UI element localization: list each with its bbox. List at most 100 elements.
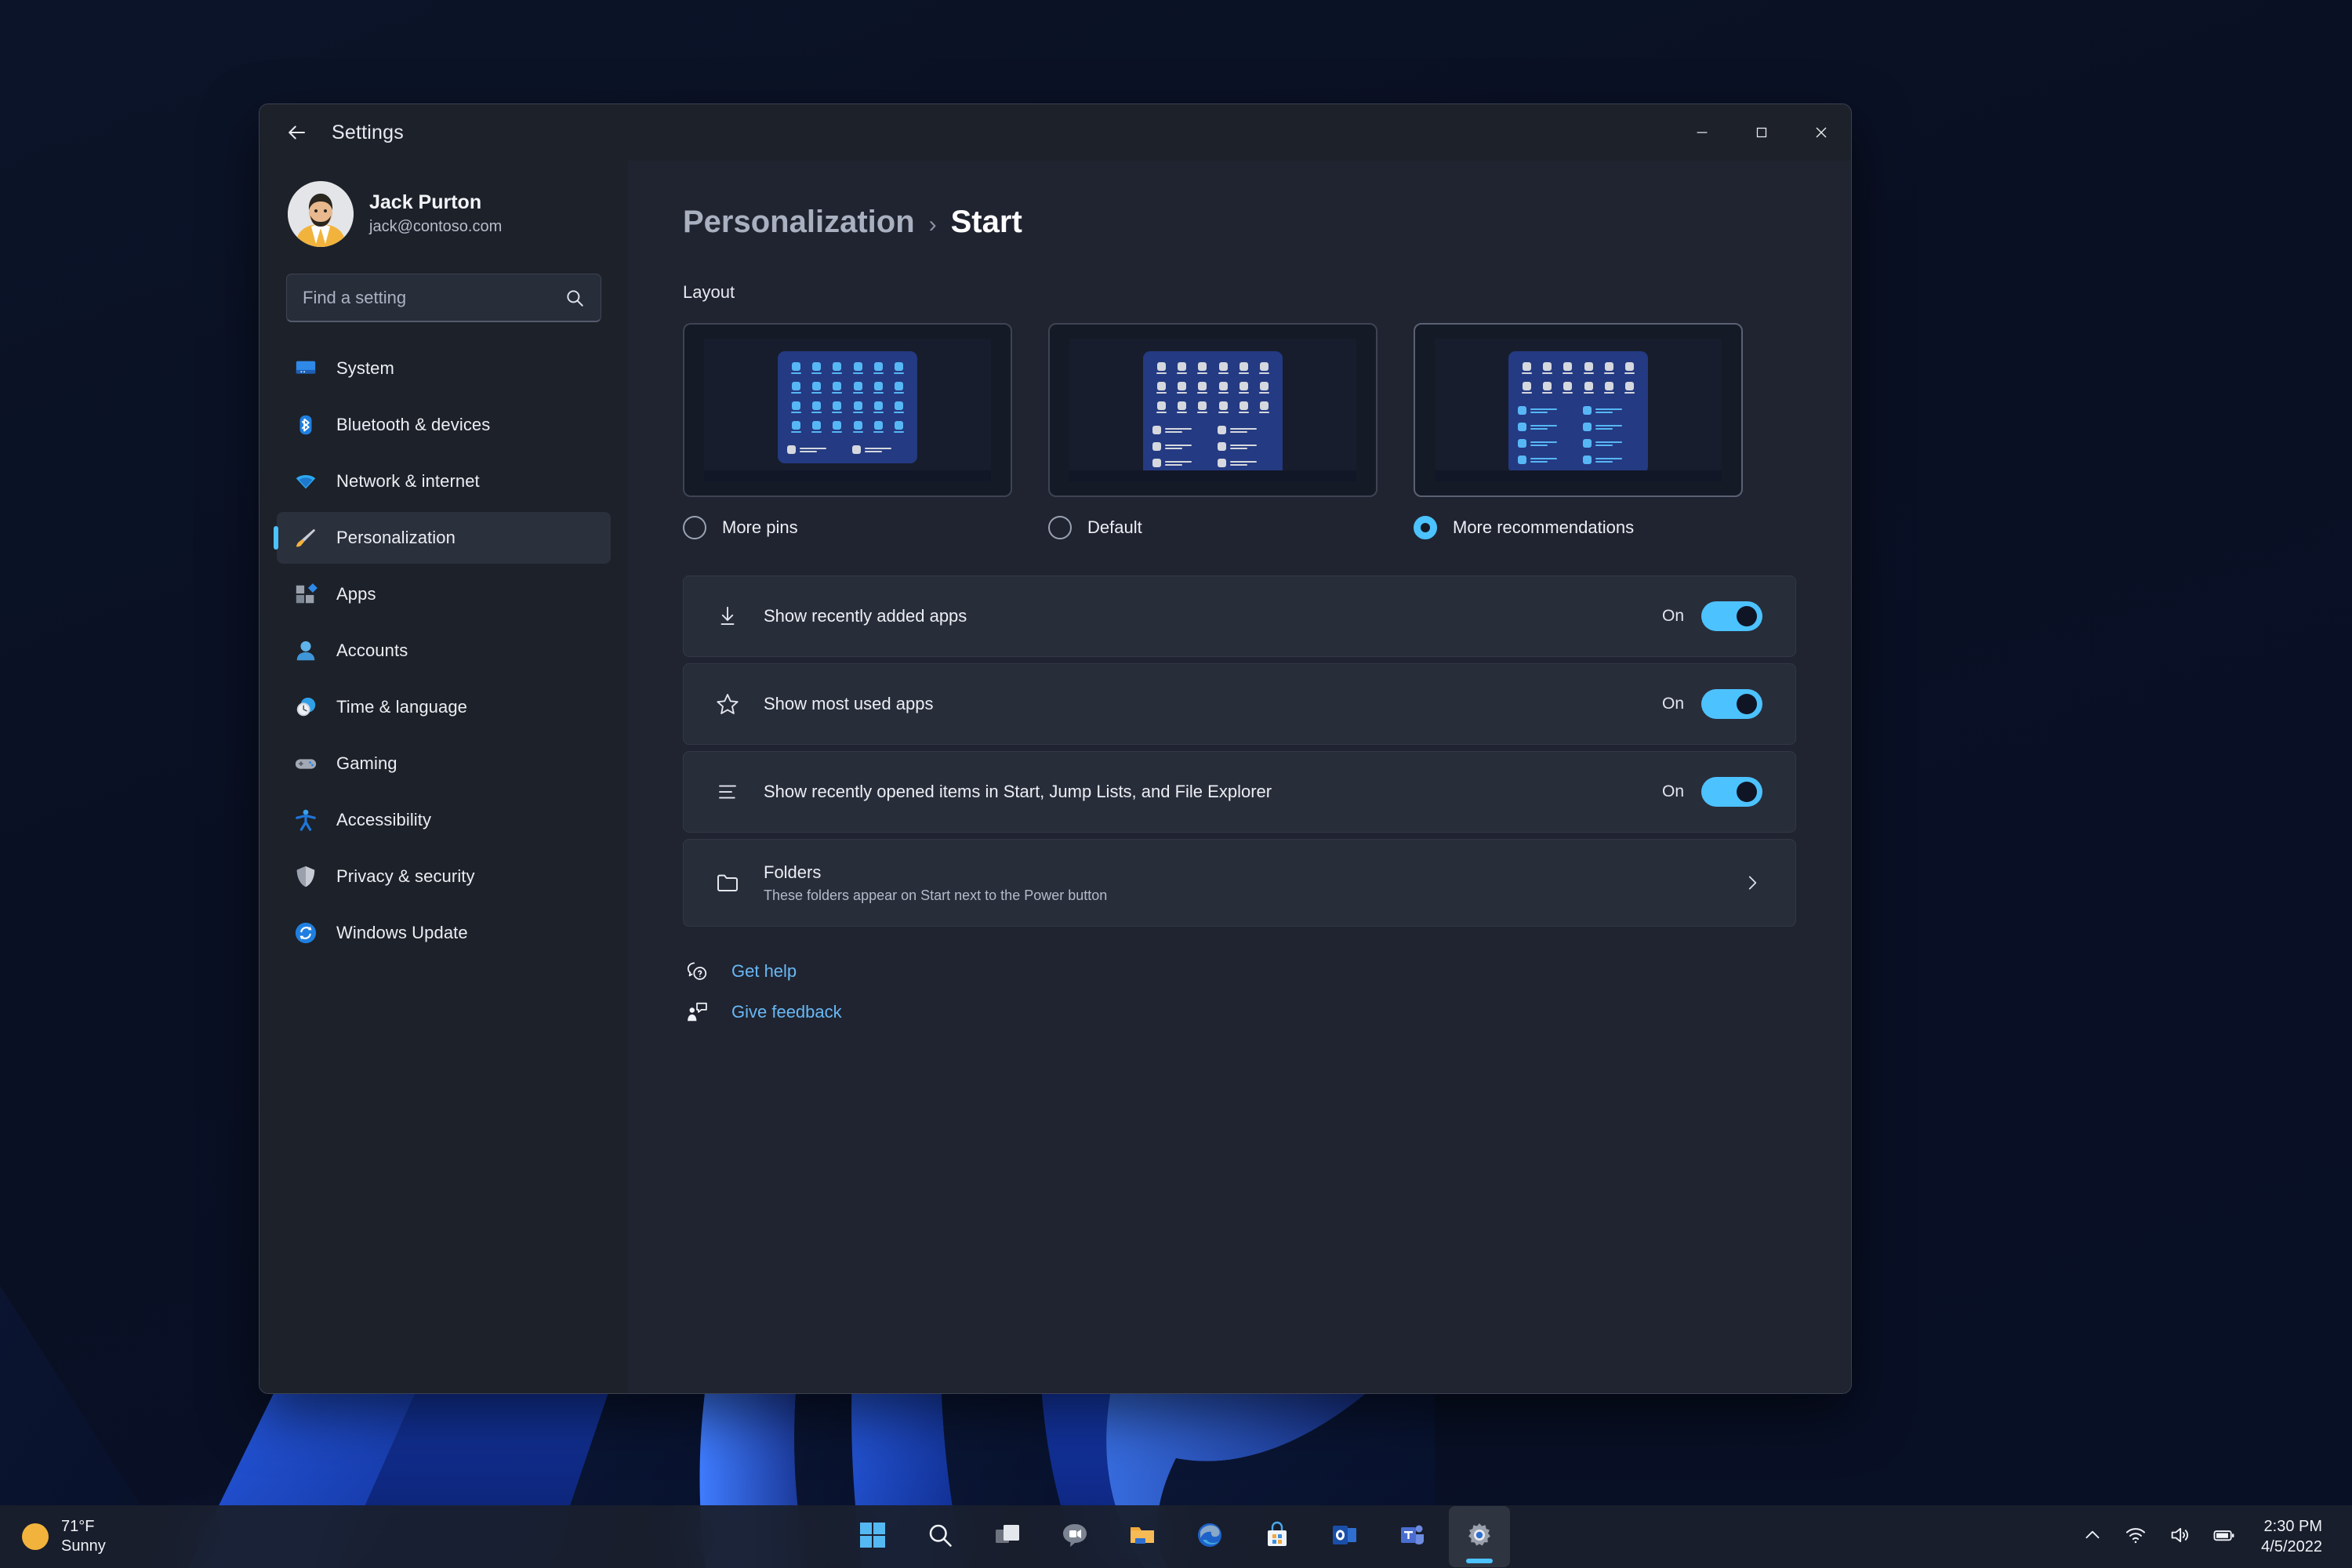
taskbar-task-view-button[interactable] (977, 1506, 1038, 1567)
taskbar-chat-button[interactable] (1044, 1506, 1105, 1567)
preview-screen (1435, 339, 1722, 481)
radio-more-recommendations[interactable]: More recommendations (1414, 516, 1743, 539)
preview-pin (1621, 362, 1639, 374)
tray-overflow-button[interactable] (2073, 1512, 2112, 1561)
radio-more-pins[interactable]: More pins (683, 516, 1012, 539)
radio-indicator (683, 516, 706, 539)
preview-pin (1214, 382, 1232, 394)
preview-recommendation (1218, 426, 1273, 434)
sidebar-item-time-language[interactable]: Time & language (277, 681, 611, 733)
tray-clock[interactable]: 2:30 PM 4/5/2022 (2249, 1512, 2335, 1561)
taskbar-start-button[interactable] (842, 1506, 903, 1567)
weather-widget[interactable]: 71°F Sunny (0, 1505, 125, 1568)
taskbar-file-explorer-button[interactable] (1112, 1506, 1173, 1567)
sidebar-item-label: Privacy & security (336, 866, 475, 886)
taskbar-app-buttons (842, 1506, 1510, 1567)
taskbar-outlook-button[interactable] (1314, 1506, 1375, 1567)
preview-pin (849, 382, 866, 394)
setting-text: Show recently added apps (764, 605, 1662, 628)
setting-control: On (1662, 689, 1762, 719)
preview-start-panel (1508, 351, 1648, 474)
back-button[interactable] (272, 108, 321, 157)
sidebar-item-label: Windows Update (336, 923, 468, 942)
minimize-icon (1697, 132, 1708, 133)
tray-time: 2:30 PM (2263, 1518, 2322, 1535)
tray-network-button[interactable] (2115, 1512, 2156, 1561)
preview-start-panel (778, 351, 917, 463)
give-feedback-link[interactable]: Give feedback (683, 1000, 1796, 1024)
preview-recommendation (1583, 423, 1639, 431)
taskbar-microsoft-teams-button[interactable] (1381, 1506, 1443, 1567)
close-button[interactable] (1791, 104, 1851, 161)
preview-recommendation (787, 445, 843, 454)
preview-pin (849, 362, 866, 374)
toggle-switch[interactable] (1701, 601, 1762, 631)
preview-pin (1214, 362, 1232, 374)
account-card[interactable]: Jack Purton jack@contoso.com (277, 161, 611, 261)
layout-preview-more-pins[interactable] (683, 323, 1012, 497)
sidebar-item-personalization[interactable]: Personalization (277, 512, 611, 564)
preview-pin (1256, 401, 1273, 413)
layout-option-more-pins: More pins (683, 323, 1012, 539)
breadcrumb-parent-link[interactable]: Personalization (683, 205, 915, 240)
maximize-button[interactable] (1732, 104, 1791, 161)
tray-battery-button[interactable] (2203, 1512, 2245, 1561)
folder-icon (710, 870, 745, 895)
search-input[interactable] (303, 287, 564, 308)
weather-condition: Sunny (61, 1537, 106, 1555)
taskbar-settings-button[interactable] (1449, 1506, 1510, 1567)
preview-pin (829, 401, 846, 413)
layout-preview-more-recommendations[interactable] (1414, 323, 1743, 497)
account-name: Jack Purton (369, 191, 482, 213)
preview-pin (891, 401, 908, 413)
sidebar-item-gaming[interactable]: Gaming (277, 738, 611, 789)
search-box[interactable] (286, 274, 601, 322)
preview-pin-grid (787, 362, 908, 433)
sidebar-item-apps[interactable]: Apps (277, 568, 611, 620)
chevron-right-icon: › (928, 212, 937, 238)
sidebar-item-windows-update[interactable]: Windows Update (277, 907, 611, 959)
preview-pin (1518, 362, 1535, 374)
store-bag-icon (1263, 1521, 1291, 1553)
update-refresh-icon (292, 920, 319, 946)
setting-title: Show recently added apps (764, 605, 967, 626)
setting-row-recently-opened-items[interactable]: Show recently opened items in Start, Jum… (683, 751, 1796, 833)
taskbar-microsoft-store-button[interactable] (1247, 1506, 1308, 1567)
avatar (288, 181, 354, 247)
gear-icon (1465, 1521, 1494, 1553)
sidebar-item-label: Personalization (336, 528, 456, 547)
minimize-button[interactable] (1672, 104, 1732, 161)
setting-text: Show recently opened items in Start, Jum… (764, 781, 1662, 804)
preview-pin (1152, 382, 1170, 394)
sidebar-item-accessibility[interactable]: Accessibility (277, 794, 611, 846)
taskbar-search-button[interactable] (909, 1506, 971, 1567)
preview-pin (1173, 382, 1190, 394)
get-help-link[interactable]: Get help (683, 960, 1796, 983)
tray-volume-button[interactable] (2159, 1512, 2200, 1561)
account-text: Jack Purton jack@contoso.com (369, 191, 502, 238)
preview-pin (869, 421, 887, 433)
setting-row-most-used-apps[interactable]: Show most used apps On (683, 663, 1796, 745)
toggle-switch[interactable] (1701, 777, 1762, 807)
setting-row-recently-added-apps[interactable]: Show recently added apps On (683, 575, 1796, 657)
sidebar-item-network-internet[interactable]: Network & internet (277, 456, 611, 507)
sidebar-item-system[interactable]: System (277, 343, 611, 394)
toggle-switch[interactable] (1701, 689, 1762, 719)
preview-pin (1194, 382, 1211, 394)
setting-row-folders[interactable]: Folders These folders appear on Start ne… (683, 839, 1796, 927)
radio-default[interactable]: Default (1048, 516, 1377, 539)
taskbar-microsoft-edge-button[interactable] (1179, 1506, 1240, 1567)
sidebar-item-privacy-security[interactable]: Privacy & security (277, 851, 611, 902)
radio-label: Default (1087, 517, 1142, 537)
chevron-right-icon[interactable] (1742, 873, 1762, 893)
apps-blocks-icon (292, 581, 319, 608)
layout-preview-default[interactable] (1048, 323, 1377, 497)
preview-pin (1600, 362, 1617, 374)
tray-date: 4/5/2022 (2261, 1538, 2322, 1555)
sidebar-item-accounts[interactable]: Accounts (277, 625, 611, 677)
paintbrush-icon (292, 524, 319, 551)
person-icon (292, 637, 319, 664)
radio-indicator (1048, 516, 1072, 539)
sidebar-item-bluetooth-devices[interactable]: Bluetooth & devices (277, 399, 611, 451)
preview-recommendation (1218, 442, 1273, 451)
